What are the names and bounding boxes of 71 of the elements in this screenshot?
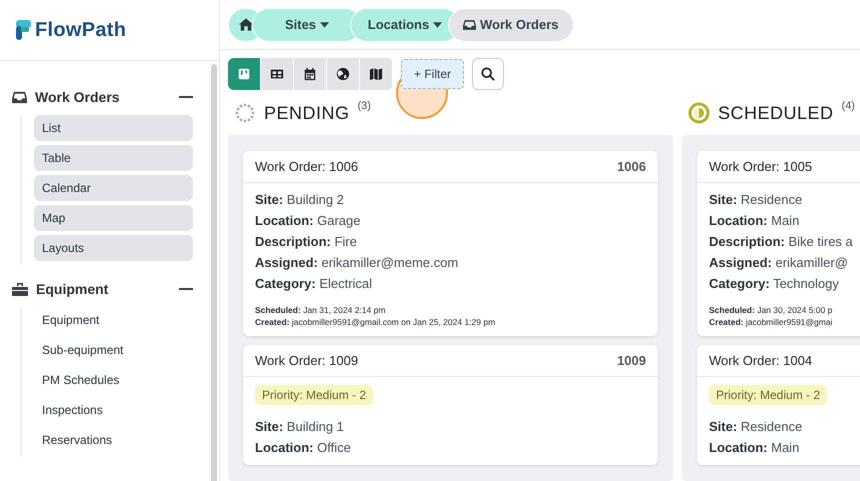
scheduled-text: Scheduled: Jan 31, 2024 2:14 pm [255, 304, 386, 316]
inbox-icon [12, 90, 27, 104]
sidebar-item[interactable]: Equipment [34, 307, 193, 333]
priority-tag: Priority: Medium - 2 [709, 385, 828, 405]
search-button[interactable] [472, 58, 504, 90]
card-field: Assigned: erikamiller@ [709, 254, 860, 272]
card-title: Work Order: 1006 [255, 159, 358, 174]
table-icon [270, 67, 284, 81]
sidebar-item[interactable]: Table [34, 145, 193, 171]
sidebar-section-title[interactable]: Equipment [36, 281, 171, 297]
card-number: 1006 [617, 159, 646, 174]
globe-icon [336, 67, 350, 81]
board-icon [237, 67, 251, 81]
card-number: 1009 [617, 353, 646, 368]
view-toggle-button[interactable] [261, 58, 293, 90]
card-title: Work Order: 1005 [709, 159, 812, 174]
work-order-card[interactable] [243, 151, 658, 336]
logo-icon [16, 20, 32, 40]
inbox-icon [463, 18, 476, 30]
sidebar-item[interactable]: PM Schedules [34, 367, 193, 393]
work-order-card[interactable]: Work Order: 1009 1009 Priority: Medium - 2 Site: Building 1 Location: Office [243, 345, 658, 465]
column-title: SCHEDULED [718, 102, 834, 124]
caret-icon [433, 22, 442, 28]
card-field: Location: Main [709, 439, 860, 457]
card-field: Category: Electrical [255, 275, 646, 293]
filter-button[interactable]: + Filter [401, 59, 464, 89]
view-toggle-button[interactable] [228, 58, 260, 90]
sidebar-item[interactable]: List [34, 115, 193, 141]
column-title: PENDING [264, 102, 350, 124]
home-icon [239, 18, 253, 31]
logo-text: FlowPath [35, 18, 126, 42]
card-title: Work Order: 1004 [709, 353, 812, 368]
created-text: Created: jacobmiller9591@gmail.com on Jan 25, 2024 1:29 pm [255, 316, 496, 328]
card-field: Site: Residence [709, 191, 860, 209]
view-toggle-button[interactable] [360, 58, 392, 90]
sidebar-item[interactable]: Map [34, 205, 193, 231]
card-field: Location: Main [709, 212, 860, 230]
map-icon [369, 67, 383, 81]
priority-tag: Priority: Medium - 2 [255, 385, 374, 405]
card-field: Description: Bike tires a [709, 233, 860, 251]
card-field: Category: Technology [709, 275, 860, 293]
sidebar-item[interactable]: Reservations [34, 427, 193, 453]
column-count: (4) [842, 100, 855, 112]
spinner-icon [234, 102, 256, 124]
sidebar-item[interactable]: Inspections [34, 397, 193, 423]
work-order-card[interactable]: Work Order: 1005 Site: Residence Location: Main Description: Bike tires a Assigned: erikamiller@ Category: Technology Scheduled: Jan 30, 2024 5:00 p Created: jacobmiller9591@gmai [697, 151, 860, 336]
card-field: Site: Building 1 [255, 418, 646, 436]
card-title: Work Order: 1009 [255, 353, 358, 368]
breadcrumb-current[interactable]: Work Orders [449, 8, 573, 40]
toolbox-icon [12, 282, 28, 296]
caret-icon [320, 22, 330, 28]
view-toggle-button[interactable] [294, 58, 326, 90]
created-text: Created: jacobmiller9591@gmai [709, 316, 834, 328]
scheduled-text: Scheduled: Jan 30, 2024 5:00 p [709, 304, 834, 316]
card-field: Assigned: erikamiller@meme.com [255, 254, 646, 272]
view-toggle-button[interactable] [327, 58, 359, 90]
card-field: Location: Garage [255, 212, 646, 230]
card-field: Site: Residence [709, 418, 860, 436]
search-icon [481, 67, 496, 81]
sidebar-item[interactable]: Calendar [34, 175, 193, 201]
card-field: Location: Office [255, 439, 646, 457]
half-circle-icon [688, 102, 710, 124]
scrollbar[interactable] [211, 64, 217, 481]
sidebar-item[interactable]: Layouts [34, 235, 193, 261]
column-count: (3) [358, 100, 371, 112]
card-field: Description: Fire [255, 233, 646, 251]
sidebar-item[interactable]: Sub-equipment [34, 337, 193, 363]
card-field: Site: Building 2 [255, 191, 646, 209]
work-order-card[interactable]: Work Order: 1004 Priority: Medium - 2 Site: Residence Location: Main [697, 345, 860, 465]
sidebar-section-title[interactable]: Work Orders [35, 89, 171, 105]
calendar-icon [303, 67, 317, 81]
